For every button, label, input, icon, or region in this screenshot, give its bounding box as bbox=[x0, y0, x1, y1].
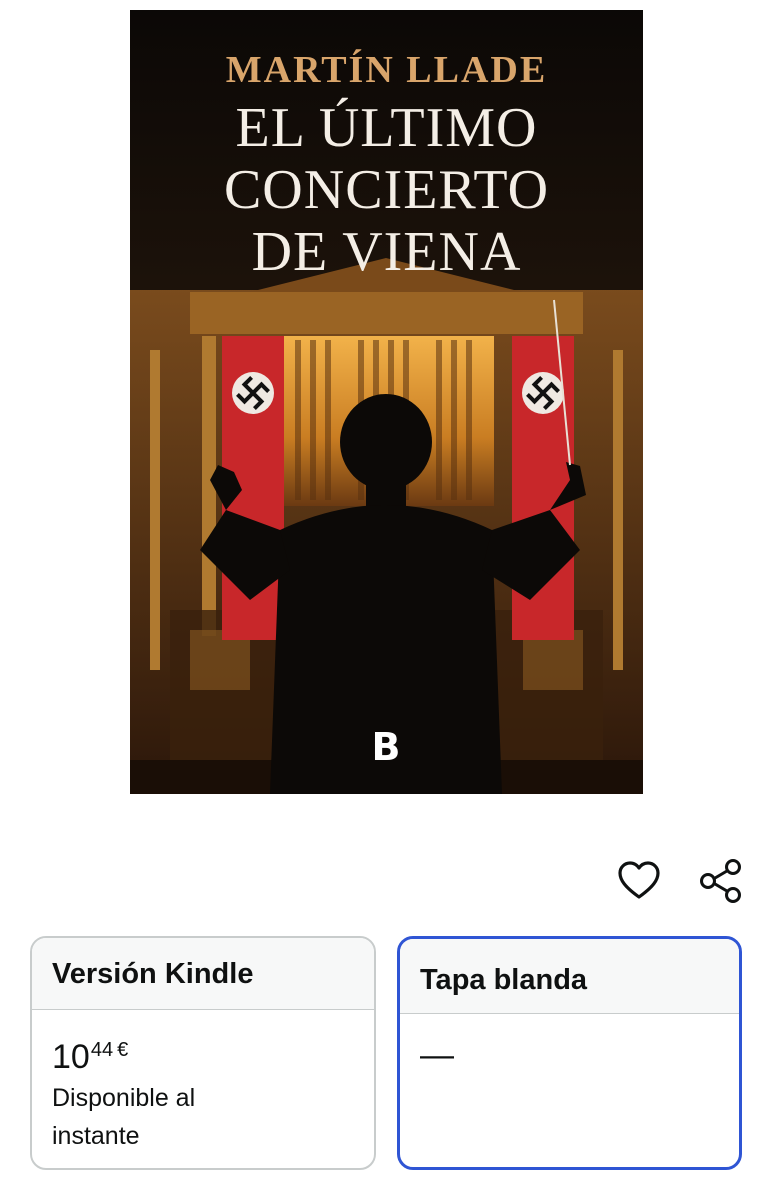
format-card-paperback[interactable]: Tapa blanda — bbox=[397, 936, 742, 1170]
share-icon bbox=[700, 859, 741, 903]
price: 1044 € bbox=[52, 1030, 374, 1077]
availability-line-1: Disponible al bbox=[52, 1084, 196, 1112]
format-name: Tapa blanda bbox=[400, 939, 739, 1014]
book-cover-image[interactable]: MARTÍN LLADE EL ÚLTIMO CONCIERTO DE VIEN… bbox=[130, 10, 643, 794]
cover-title-line-2: CONCIERTO bbox=[223, 159, 550, 221]
price-fraction: 44 bbox=[90, 1039, 114, 1061]
cover-author-name: MARTÍN LLADE bbox=[225, 49, 548, 91]
availability-text: Disponible al instante bbox=[52, 1079, 374, 1155]
publisher-logo: B bbox=[371, 725, 401, 769]
cover-title-line-3: DE VIENA bbox=[251, 221, 522, 283]
price-whole: 10 bbox=[52, 1038, 90, 1076]
price-unavailable: — bbox=[420, 1036, 454, 1074]
format-name: Versión Kindle bbox=[32, 938, 374, 1010]
format-card-kindle[interactable]: Versión Kindle 1044 € Disponible al insta… bbox=[30, 936, 376, 1170]
heart-outline-icon bbox=[618, 861, 660, 899]
price-currency: € bbox=[117, 1039, 129, 1061]
share-button[interactable] bbox=[697, 857, 745, 905]
cover-title-line-1: EL ÚLTIMO bbox=[235, 97, 538, 159]
availability-line-2: instante bbox=[52, 1122, 140, 1150]
wishlist-button[interactable] bbox=[615, 857, 663, 905]
